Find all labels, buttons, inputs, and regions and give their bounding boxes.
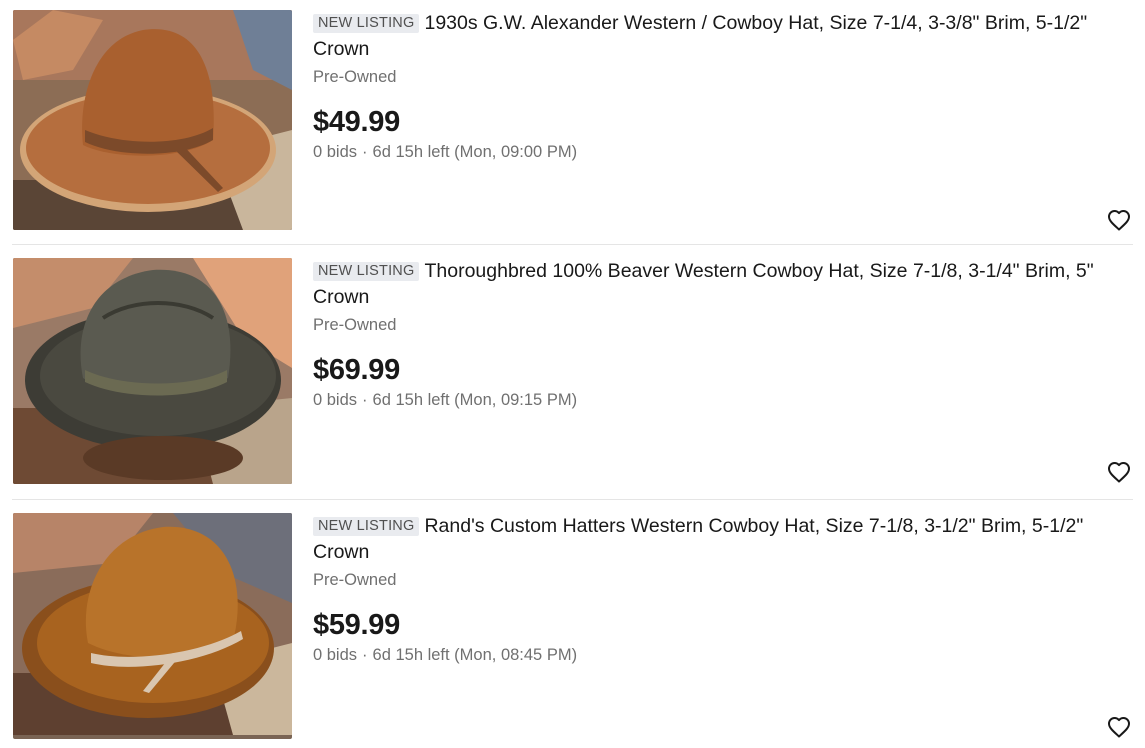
hat-photo <box>13 10 292 230</box>
listing-image[interactable] <box>13 513 292 739</box>
listing-title-link[interactable]: NEW LISTING Rand's Custom Hatters Western… <box>313 513 1125 565</box>
meta-separator: · <box>362 391 368 409</box>
time-left: 6d 15h left (Mon, 09:00 PM) <box>372 143 578 161</box>
watch-button[interactable] <box>1105 206 1133 234</box>
bid-count: 0 bids <box>313 646 358 664</box>
listing-divider <box>12 499 1133 500</box>
listing-info: NEW LISTING Rand's Custom Hatters Western… <box>313 513 1133 666</box>
listing-image[interactable] <box>13 258 292 484</box>
listing-item: NEW LISTING 1930s G.W. Alexander Western … <box>12 10 1133 236</box>
listing-item: NEW LISTING Rand's Custom Hatters Western… <box>12 513 1133 743</box>
listing-condition: Pre-Owned <box>313 571 397 589</box>
time-left: 6d 15h left (Mon, 08:45 PM) <box>372 646 578 664</box>
search-results-list: NEW LISTING 1930s G.W. Alexander Western … <box>0 0 1145 748</box>
hat-photo <box>13 513 292 735</box>
listing-meta: 0 bids · 6d 15h left (Mon, 08:45 PM) <box>313 644 1133 666</box>
new-listing-badge: NEW LISTING <box>313 262 420 281</box>
listing-price: $49.99 <box>313 106 400 138</box>
listing-meta: 0 bids · 6d 15h left (Mon, 09:00 PM) <box>313 141 1133 163</box>
bid-count: 0 bids <box>313 143 358 161</box>
listing-meta: 0 bids · 6d 15h left (Mon, 09:15 PM) <box>313 389 1133 411</box>
listing-title-link[interactable]: NEW LISTING 1930s G.W. Alexander Western … <box>313 10 1125 62</box>
listing-title[interactable]: Thoroughbred 100% Beaver Western Cowboy … <box>313 260 1094 308</box>
watch-button[interactable] <box>1105 458 1133 486</box>
watch-button[interactable] <box>1105 713 1133 741</box>
listing-image[interactable] <box>13 10 292 230</box>
listing-info: NEW LISTING Thoroughbred 100% Beaver West… <box>313 258 1133 411</box>
heart-icon <box>1108 462 1130 483</box>
listing-price: $59.99 <box>313 609 400 641</box>
hat-photo <box>13 258 292 484</box>
listing-info: NEW LISTING 1930s G.W. Alexander Western … <box>313 10 1133 163</box>
listing-condition: Pre-Owned <box>313 316 397 334</box>
listing-condition: Pre-Owned <box>313 68 397 86</box>
meta-separator: · <box>362 646 368 664</box>
listing-divider <box>12 244 1133 245</box>
listing-title[interactable]: 1930s G.W. Alexander Western / Cowboy Ha… <box>313 12 1087 60</box>
time-left: 6d 15h left (Mon, 09:15 PM) <box>372 391 578 409</box>
listing-price: $69.99 <box>313 354 400 386</box>
heart-icon <box>1108 210 1130 231</box>
listing-title-link[interactable]: NEW LISTING Thoroughbred 100% Beaver West… <box>313 258 1125 310</box>
meta-separator: · <box>362 143 368 161</box>
heart-icon <box>1108 717 1130 738</box>
listing-item: NEW LISTING Thoroughbred 100% Beaver West… <box>12 258 1133 488</box>
new-listing-badge: NEW LISTING <box>313 14 420 33</box>
listing-title[interactable]: Rand's Custom Hatters Western Cowboy Hat… <box>313 515 1083 563</box>
new-listing-badge: NEW LISTING <box>313 517 420 536</box>
bid-count: 0 bids <box>313 391 358 409</box>
